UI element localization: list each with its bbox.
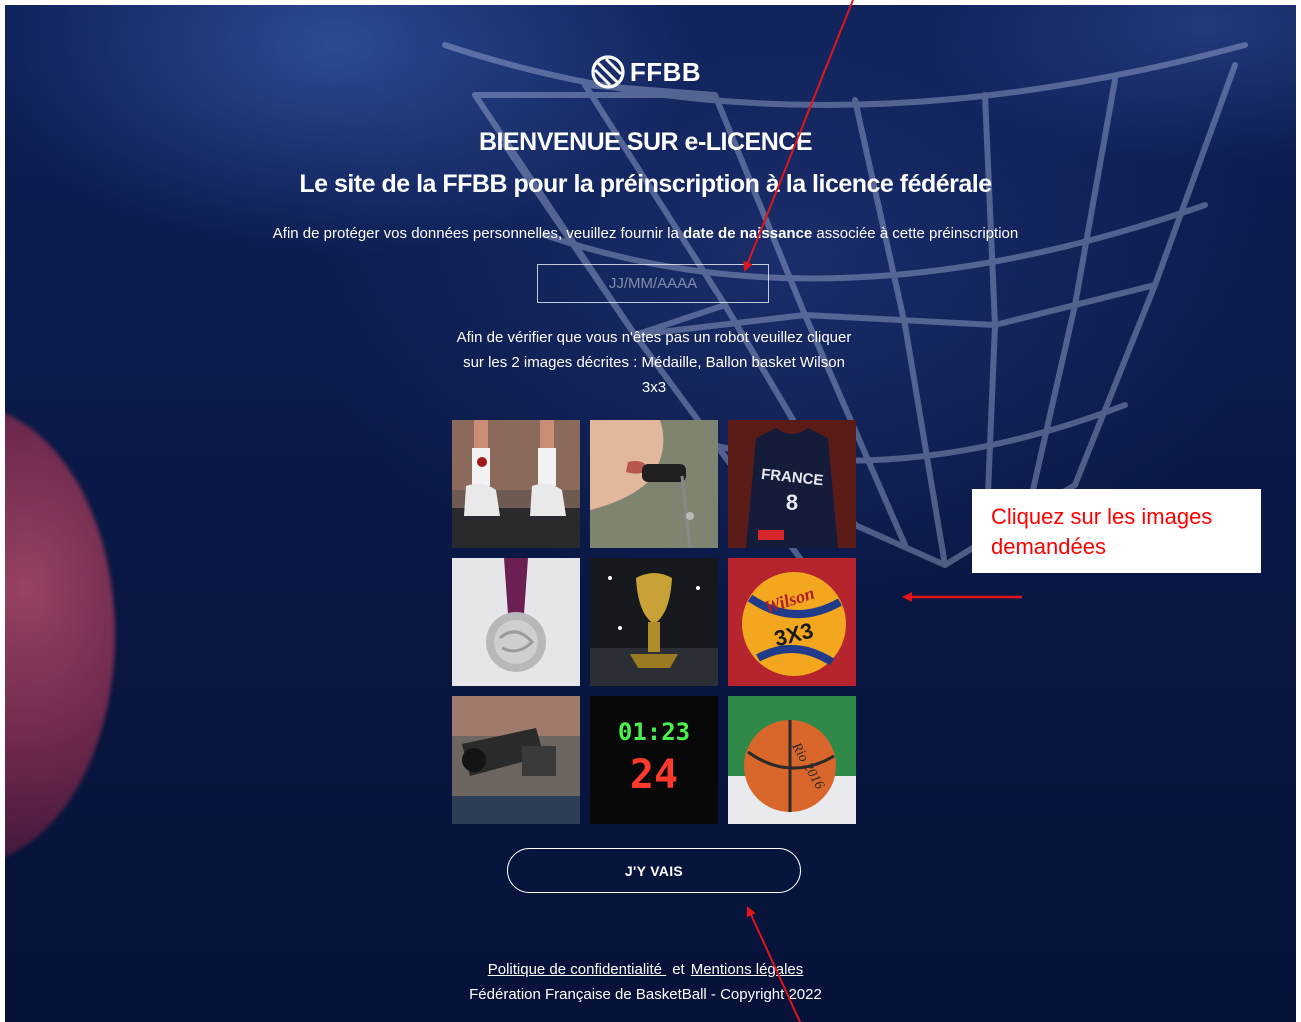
captcha-image-tv-camera[interactable] bbox=[452, 696, 580, 824]
captcha-image-grid: FRANCE 8 Wilson 3X3 01:23 24 Rio 2016 bbox=[452, 420, 856, 824]
captcha-image-france-jersey[interactable]: FRANCE 8 bbox=[728, 420, 856, 548]
ffbb-logo: FFBB bbox=[0, 52, 1291, 92]
dob-instruction-end: associée à cette préinscription bbox=[812, 225, 1019, 242]
basketball-logo-icon bbox=[591, 55, 625, 89]
captcha-image-whistle[interactable] bbox=[590, 420, 718, 548]
captcha-instruction: Afin de vérifier que vous n'êtes pas un … bbox=[456, 329, 852, 396]
captcha-image-rio-2016-ball[interactable]: Rio 2016 bbox=[728, 696, 856, 824]
dob-instruction: Afin de protéger vos données personnelle… bbox=[0, 225, 1291, 242]
page-subtitle: Le site de la FFBB pour la préinscriptio… bbox=[299, 170, 992, 198]
annotation-callout: Cliquez sur les images demandées bbox=[972, 489, 1261, 573]
birthdate-input[interactable] bbox=[537, 264, 769, 303]
captcha-image-medal[interactable] bbox=[452, 558, 580, 686]
svg-text:01:23: 01:23 bbox=[618, 718, 690, 746]
dob-instruction-start: Afin de protéger vos données personnelle… bbox=[272, 225, 684, 242]
captcha-image-sneakers[interactable] bbox=[452, 420, 580, 548]
footer-separator: et bbox=[672, 961, 685, 978]
privacy-policy-link[interactable]: Politique de confidentialité bbox=[488, 961, 666, 978]
logo-text: FFBB bbox=[629, 56, 702, 87]
captcha-image-shot-clock[interactable]: 01:23 24 bbox=[590, 696, 718, 824]
captcha-image-trophy[interactable] bbox=[590, 558, 718, 686]
page-title: BIENVENUE SUR e-LICENCE bbox=[479, 128, 813, 156]
submit-button[interactable]: J'Y VAIS bbox=[507, 848, 801, 893]
svg-text:8: 8 bbox=[786, 490, 798, 515]
footer-links: Politique de confidentialité et Mentions … bbox=[0, 961, 1291, 978]
legal-notice-link[interactable]: Mentions légales bbox=[691, 961, 804, 978]
dob-instruction-bold: date de naissance bbox=[683, 225, 813, 242]
copyright-text: Fédération Française de BasketBall - Cop… bbox=[469, 986, 822, 1003]
captcha-image-wilson-3x3-ball[interactable]: Wilson 3X3 bbox=[728, 558, 856, 686]
basketball-decoration bbox=[5, 405, 115, 865]
svg-text:24: 24 bbox=[630, 752, 678, 798]
